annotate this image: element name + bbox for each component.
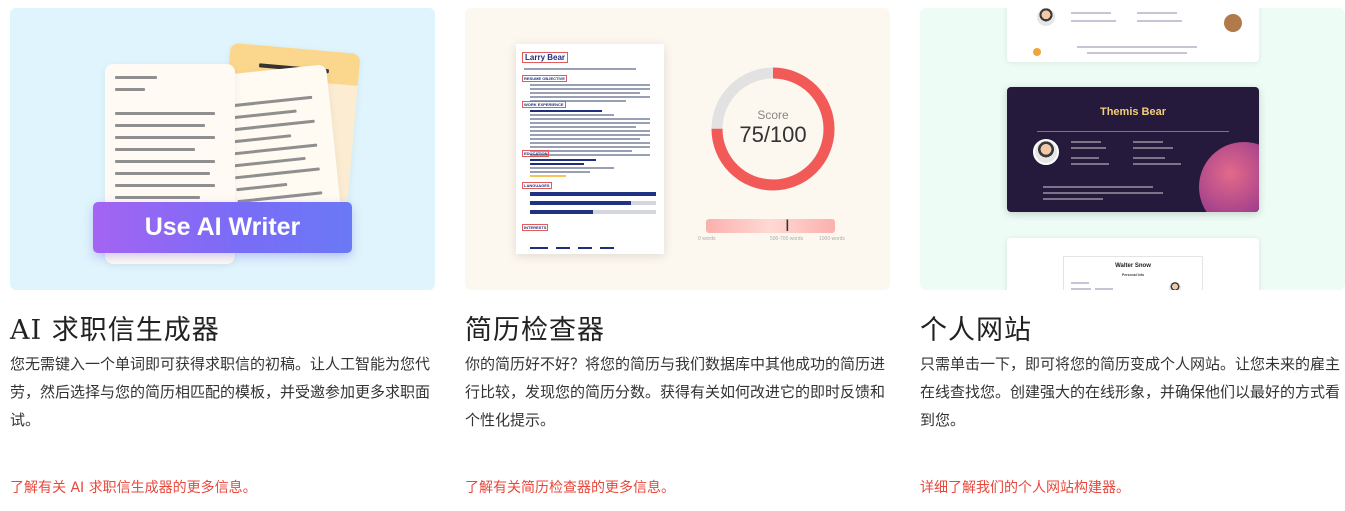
card-description: 你的简历好不好？将您的简历与我们数据库中其他成功的简历进行比较，发现您的简历分数… (465, 355, 886, 429)
card-personal-website: Themis Bear Walter Snow Personal Info 个人… (920, 8, 1345, 496)
resume-checker-illustration: Larry Bear RESUME OBJECTIVE WORK EXPERIE… (465, 8, 890, 290)
avatar (1035, 8, 1057, 28)
website-subtitle: Personal Info (1121, 273, 1145, 277)
learn-more-link[interactable]: 详细了解我们的个人网站构建器。 (920, 477, 1130, 497)
resume-preview: Larry Bear RESUME OBJECTIVE WORK EXPERIE… (516, 44, 664, 254)
score-value: 75/100 (739, 122, 807, 147)
card-description: 只需单击一下，即可将您的简历变成个人网站。让您未来的雇主在线查找您。创建强大的在… (920, 355, 1341, 429)
ai-cover-letter-illustration: Use AI Writer (10, 8, 435, 290)
website-preview: Themis Bear (1007, 87, 1259, 212)
language-bar (530, 210, 656, 214)
resume-section-heading: INTERESTS (522, 224, 549, 231)
website-name: Walter Snow (1115, 263, 1151, 269)
use-ai-writer-button[interactable]: Use AI Writer (93, 202, 352, 253)
resume-section-heading: WORK EXPERIENCE (522, 101, 566, 108)
resume-section-heading: EDUCATION (522, 150, 550, 157)
avatar (1167, 280, 1183, 290)
resume-section-heading: LANGUAGES (522, 182, 552, 189)
word-count-slider-track (706, 219, 835, 233)
card-title: AI 求职信生成器 (10, 315, 220, 346)
score-label: Score (757, 108, 789, 122)
text-cursor-icon: I (785, 216, 790, 235)
card-title: 个人网站 (920, 315, 1032, 346)
avatar (1033, 139, 1059, 165)
learn-more-link[interactable]: 了解有关 AI 求职信生成器的更多信息。 (10, 477, 257, 497)
slider-tick-label: 0 words (698, 236, 716, 242)
card-description: 您无需键入一个单词即可获得求职信的初稿。让人工智能为您代劳，然后选择与您的简历相… (10, 355, 431, 429)
website-preview: Walter Snow Personal Info (1007, 238, 1259, 290)
language-bar (530, 201, 656, 205)
language-bar (530, 192, 656, 196)
learn-more-link[interactable]: 了解有关简历检查器的更多信息。 (465, 477, 675, 497)
resume-section-heading: RESUME OBJECTIVE (522, 75, 567, 82)
website-name: Themis Bear (1099, 106, 1167, 118)
resume-name: Larry Bear (522, 52, 569, 63)
card-resume-checker: Larry Bear RESUME OBJECTIVE WORK EXPERIE… (465, 8, 890, 496)
slider-tick-label: 500-700 words (770, 236, 804, 242)
card-title: 简历检查器 (465, 315, 605, 346)
website-preview (1007, 8, 1259, 62)
slider-tick-label: 1000 words (819, 236, 845, 242)
personal-website-illustration: Themis Bear Walter Snow Personal Info (920, 8, 1345, 290)
card-ai-cover-letter: Use AI Writer AI 求职信生成器 您无需键入一个单词即可获得求职信… (10, 8, 435, 496)
